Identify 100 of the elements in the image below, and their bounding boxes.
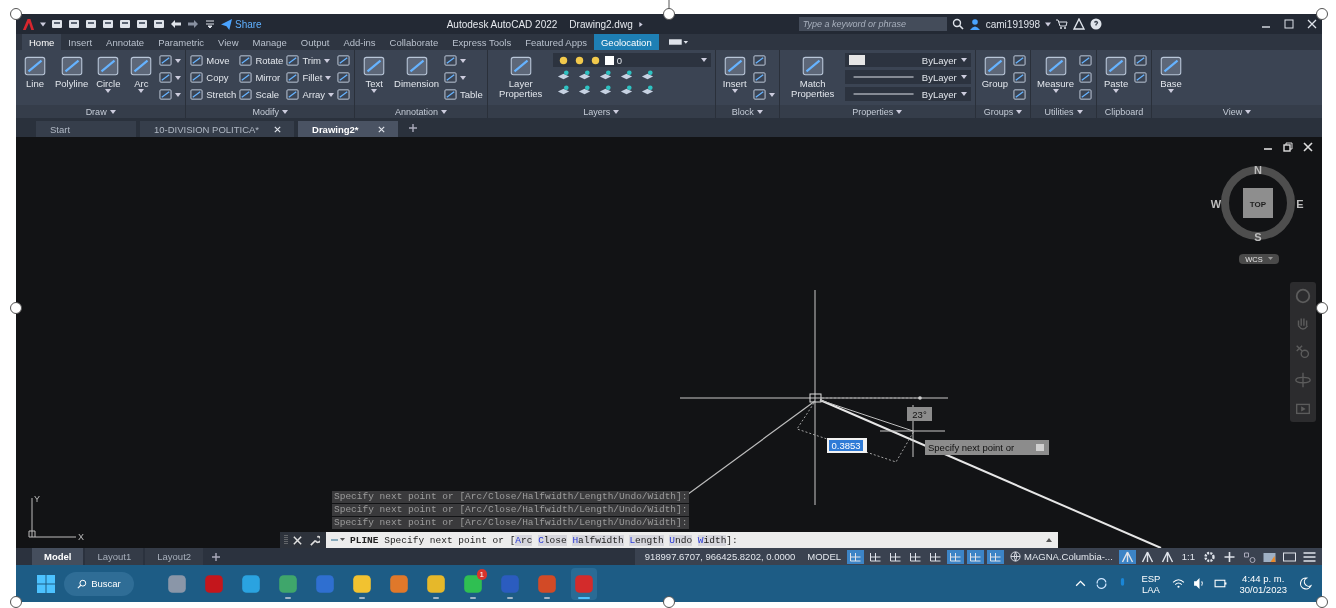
file-tab[interactable]: Start (36, 121, 136, 137)
ribbon-tab[interactable]: Manage (245, 34, 294, 50)
ribbon-button[interactable]: Polyline (53, 53, 91, 89)
ribbon-button[interactable]: Match Properties (783, 53, 842, 99)
drawing-canvas[interactable] (16, 137, 1322, 548)
layout-tab[interactable]: Model (32, 548, 84, 565)
toolbar-icon[interactable] (68, 18, 80, 30)
cart-icon[interactable] (1056, 18, 1069, 30)
ribbon-button[interactable]: Text (359, 53, 390, 93)
panel-title[interactable]: Annotation (355, 105, 487, 118)
new-layout-icon[interactable] (211, 551, 222, 562)
panel-title[interactable]: Utilities (1031, 105, 1097, 118)
ribbon-button[interactable]: Line (20, 53, 50, 89)
layer-tool-icon[interactable] (640, 69, 654, 82)
ribbon-tab[interactable]: Geolocation (593, 34, 659, 50)
layer-tool-icon[interactable] (556, 84, 570, 97)
drafting-toggle-icon[interactable] (947, 549, 965, 564)
ribbon-button[interactable]: Array (286, 87, 335, 102)
ribbon-tab[interactable]: View (211, 34, 246, 50)
icon-button[interactable] (1013, 87, 1027, 102)
panel-title[interactable]: Draw (16, 105, 186, 118)
ribbon-button[interactable]: Arc (126, 53, 157, 93)
icon-button[interactable] (1134, 70, 1148, 85)
file-tab[interactable]: Drawing2* (298, 121, 399, 137)
close-icon[interactable] (1306, 18, 1318, 30)
model-space-button[interactable]: MODEL (804, 551, 845, 562)
layer-tool-icon[interactable] (598, 69, 612, 82)
ribbon-button[interactable]: Measure (1035, 53, 1077, 93)
toolbar-icon[interactable] (153, 18, 165, 30)
close-icon[interactable] (292, 534, 303, 546)
ribbon-tab[interactable]: Collaborate (382, 34, 446, 50)
panel-title[interactable]: Properties (779, 105, 975, 118)
property-dropdown[interactable]: ByLayer (844, 87, 971, 101)
triangle-icon[interactable] (1073, 18, 1086, 30)
redo-icon[interactable] (187, 18, 199, 30)
icon-button[interactable] (337, 53, 351, 68)
wifi-icon[interactable] (1172, 577, 1186, 590)
resize-handle[interactable] (663, 8, 675, 20)
search-field[interactable]: Type a keyword or phrase (798, 17, 947, 31)
drafting-toggle-icon[interactable] (967, 549, 985, 564)
user-icon[interactable] (968, 18, 981, 30)
clock[interactable]: 4:44 p. m. 30/01/2023 (1235, 572, 1291, 595)
icon-button[interactable] (1079, 70, 1093, 85)
grip-icon[interactable] (284, 534, 288, 546)
ribbon-button[interactable]: Circle (93, 53, 124, 93)
ribbon-tab[interactable]: Express Tools (445, 34, 519, 50)
panel-title[interactable]: Block (715, 105, 779, 118)
undo-icon[interactable] (170, 18, 182, 30)
toolbar-icon[interactable] (119, 18, 131, 30)
toolbar-icon[interactable] (102, 18, 114, 30)
maximize-icon[interactable] (1283, 18, 1295, 30)
wrench-icon[interactable] (309, 534, 320, 546)
menu-icon[interactable] (1301, 549, 1318, 564)
close-icon[interactable] (273, 124, 283, 134)
drafting-toggle-icon[interactable] (847, 549, 865, 564)
layer-tool-icon[interactable] (577, 69, 591, 82)
taskbar-app-button[interactable]: 1 (460, 567, 486, 600)
ribbon-tab[interactable]: Home (22, 34, 62, 50)
new-tab-icon[interactable] (408, 122, 419, 133)
layout-tab[interactable]: Layout1 (85, 548, 144, 565)
icon-button[interactable] (159, 87, 182, 102)
ribbon-button[interactable]: Scale (239, 87, 284, 102)
layer-tool-icon[interactable] (577, 84, 591, 97)
layer-tool-icon[interactable] (640, 84, 654, 97)
toolbar-icon[interactable] (85, 18, 97, 30)
panel-title[interactable]: Groups (975, 105, 1031, 118)
ribbon-button[interactable]: Fillet (286, 70, 335, 85)
ribbon-button[interactable]: Copy (190, 70, 237, 85)
ribbon-button[interactable]: Rotate (239, 53, 284, 68)
ribbon-button[interactable]: Base (1156, 53, 1187, 93)
layer-tool-icon[interactable] (619, 69, 633, 82)
dynamic-input-field[interactable]: 0.3853 (827, 438, 867, 453)
command-line-field[interactable]: PLINE Specify next point or [Arc Close Halfwidth Length Undo Width]: (326, 532, 1058, 548)
help-icon[interactable] (1090, 18, 1103, 30)
layer-dropdown[interactable]: 0 (552, 53, 711, 67)
moon-icon[interactable] (1299, 577, 1312, 590)
windows-start-icon[interactable] (36, 573, 56, 594)
drafting-toggle-icon[interactable] (987, 549, 1005, 564)
coordinate-system-button[interactable]: MAGNA.Columbia-... (1007, 551, 1116, 562)
ribbon-button[interactable]: Group (979, 53, 1011, 89)
panel-title[interactable]: Layers (487, 105, 715, 118)
compass-label[interactable]: N (1254, 164, 1262, 176)
ribbon-button[interactable]: Mirror (239, 70, 284, 85)
search-icon[interactable] (951, 18, 964, 30)
ribbon-tab[interactable]: Output (293, 34, 337, 50)
compass-label[interactable]: W (1210, 198, 1222, 210)
ribbon-button[interactable]: Layer Properties (491, 53, 550, 99)
icon-button[interactable] (1079, 87, 1093, 102)
resize-handle[interactable] (10, 8, 22, 20)
icon-button[interactable] (1013, 70, 1027, 85)
close-icon[interactable] (377, 124, 387, 134)
caret-icon[interactable] (1046, 538, 1052, 542)
ribbon-button[interactable]: Stretch (190, 87, 237, 102)
workspace-icon[interactable] (668, 38, 689, 46)
customize-icon[interactable] (204, 18, 216, 30)
file-tab[interactable]: 10-DIVISION POLITICA* (140, 121, 295, 137)
ribbon-button[interactable]: Insert (719, 53, 750, 93)
icon-button[interactable] (159, 70, 182, 85)
icon-button[interactable] (1013, 53, 1027, 68)
layer-tool-icon[interactable] (619, 84, 633, 97)
